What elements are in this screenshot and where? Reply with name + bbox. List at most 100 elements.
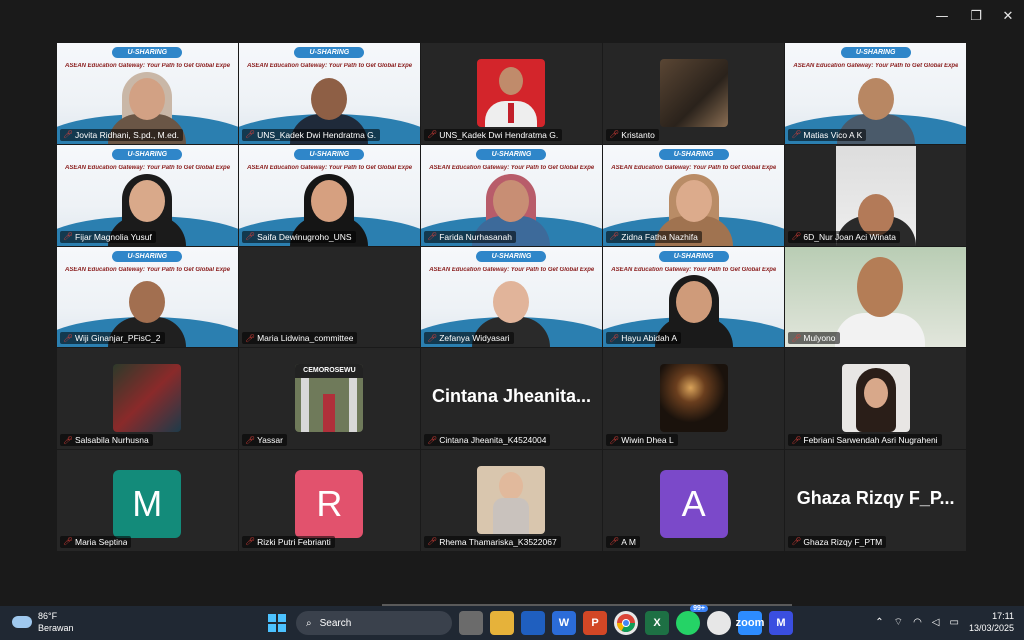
participant-tile[interactable]: 🎤︎ Kristanto <box>603 43 784 144</box>
participant-display-name: Ghaza Rizqy F_P... <box>796 488 955 509</box>
name-tag: 🎤︎ Matias Vico A K <box>788 128 867 141</box>
participant-tile[interactable]: 🎤︎ Mulyono <box>785 246 966 348</box>
participant-tile[interactable]: 🎤︎ Rhema Thamariska_K3522067 <box>421 450 602 551</box>
participant-tile[interactable]: U-SHARING ASEAN Education Gateway: Your P… <box>603 246 784 348</box>
network-icon[interactable]: ⌔ <box>894 616 903 629</box>
calendar-icon[interactable] <box>521 611 545 635</box>
battery-icon[interactable]: ▭ <box>950 617 959 628</box>
mic-muted-icon: 🎤︎ <box>245 232 256 242</box>
name-tag: 🎤︎ UNS_Kadek Dwi Hendratma G. <box>424 128 563 141</box>
participant-tile[interactable]: U-SHARING ASEAN Education Gateway: Your P… <box>57 43 238 144</box>
participant-tile[interactable]: M 🎤︎ Maria Septina <box>57 450 238 551</box>
name-tag: 🎤︎ Kristanto <box>606 128 659 141</box>
wifi-icon[interactable]: ◠ <box>913 617 922 628</box>
slide-subtitle: ASEAN Education Gateway: Your Path to Ge… <box>65 63 230 69</box>
participant-name: 6D_Nur Joan Aci Winata <box>803 231 896 242</box>
mic-muted-icon: 🎤︎ <box>791 435 802 445</box>
name-tag: 🎤︎ Fijar Magnolia Yusuf <box>60 230 156 243</box>
mic-muted-icon: 🎤︎ <box>63 333 74 343</box>
name-tag: 🎤︎ Maria Lidwina_committee <box>242 332 358 345</box>
participant-tile[interactable]: U-SHARING ASEAN Education Gateway: Your P… <box>421 246 602 348</box>
name-tag: 🎤︎ Hayu Abidah A <box>606 332 682 345</box>
participant-tile[interactable]: 🎤︎ Wiwin Dhea L <box>603 348 784 450</box>
name-tag: 🎤︎ Mulyono <box>788 332 840 345</box>
participant-name: Rhema Thamariska_K3522067 <box>439 536 557 547</box>
search-box[interactable]: ⌕ Search <box>296 611 452 635</box>
profile-photo <box>477 59 546 127</box>
mic-muted-icon: 🎤︎ <box>609 435 620 445</box>
clock[interactable]: 17:11 13/03/2025 <box>969 610 1014 634</box>
participant-name: UNS_Kadek Dwi Hendratma G. <box>257 129 377 140</box>
chevron-up-icon[interactable]: ⌃ <box>875 617 883 628</box>
participant-display-name: Cintana Jheanita... <box>431 386 591 407</box>
name-tag: 🎤︎ 6D_Nur Joan Aci Winata <box>788 230 900 243</box>
mic-muted-icon: 🎤︎ <box>245 537 256 547</box>
powerpoint-icon[interactable]: P <box>583 611 607 635</box>
search-icon: ⌕ <box>306 617 312 629</box>
name-tag: 🎤︎ Cintana Jheanita_K4524004 <box>424 434 551 447</box>
participant-tile[interactable]: U-SHARING ASEAN Education Gateway: Your P… <box>603 144 784 246</box>
slide-subtitle: ASEAN Education Gateway: Your Path to Ge… <box>65 164 230 171</box>
windows-start-icon[interactable] <box>265 611 289 635</box>
participant-name: UNS_Kadek Dwi Hendratma G. <box>439 129 559 140</box>
slide-banner: U-SHARING <box>112 250 183 262</box>
participant-tile[interactable]: 🎤︎ Maria Lidwina_committee <box>239 246 420 348</box>
participant-tile[interactable]: U-SHARING ASEAN Education Gateway: Your P… <box>785 43 966 144</box>
mic-muted-icon: 🎤︎ <box>427 537 438 547</box>
participant-name: Saifa Dewinugroho_UNS <box>257 231 352 242</box>
word-icon[interactable]: W <box>552 611 576 635</box>
participant-tile[interactable]: U-SHARING ASEAN Education Gateway: Your P… <box>57 246 238 348</box>
participant-tile[interactable]: U-SHARING ASEAN Education Gateway: Your P… <box>239 144 420 246</box>
name-tag: 🎤︎ Rhema Thamariska_K3522067 <box>424 535 561 548</box>
profile-photo <box>477 466 546 535</box>
restore-button[interactable]: ❐ <box>958 6 994 26</box>
participant-name: Yassar <box>257 435 283 446</box>
slide-banner: U-SHARING <box>112 148 183 160</box>
participant-name: Salsabila Nurhusna <box>75 435 149 446</box>
mic-muted-icon: 🎤︎ <box>427 130 438 140</box>
participant-tile[interactable]: 🎤︎ Febriani Sarwendah Asri Nugraheni <box>785 348 966 450</box>
participant-tile[interactable]: 🎤︎ Salsabila Nurhusna <box>57 348 238 450</box>
participant-name: Zefanya Widyasari <box>439 333 510 344</box>
slide-banner: U-SHARING <box>840 47 911 58</box>
participant-tile[interactable]: Ghaza Rizqy F_P... 🎤︎ Ghaza Rizqy F_PTM <box>785 450 966 551</box>
name-tag: 🎤︎ Farida Nurhasanah <box>424 230 516 243</box>
participant-tile[interactable]: A 🎤︎ A M <box>603 450 784 551</box>
slide-banner: U-SHARING <box>658 250 729 262</box>
clock-date: 13/03/2025 <box>968 623 1014 633</box>
mic-muted-icon: 🎤︎ <box>609 537 620 547</box>
mic-muted-icon: 🎤︎ <box>609 333 620 343</box>
participant-name: Maria Septina <box>75 536 128 547</box>
slide-banner: U-SHARING <box>294 148 365 160</box>
mic-muted-icon: 🎤︎ <box>609 130 620 140</box>
file-explorer-icon[interactable] <box>490 611 514 635</box>
name-tag: 🎤︎ Rizki Putri Febrianti <box>242 535 335 548</box>
participant-name: Maria Lidwina_committee <box>257 333 354 344</box>
participant-tile[interactable]: CEMOROSEWU 🎤︎ Yassar <box>239 348 420 450</box>
excel-icon[interactable]: X <box>645 611 669 635</box>
close-button[interactable]: ✕ <box>990 6 1024 26</box>
mic-muted-icon: 🎤︎ <box>245 435 256 445</box>
mic-muted-icon: 🎤︎ <box>63 435 74 445</box>
participant-tile[interactable]: 🎤︎ 6D_Nur Joan Aci Winata <box>785 144 966 246</box>
participant-tile[interactable]: R 🎤︎ Rizki Putri Febrianti <box>239 450 420 551</box>
chrome-icon[interactable] <box>614 611 638 635</box>
slide-subtitle: ASEAN Education Gateway: Your Path to Ge… <box>247 63 412 69</box>
app-icon[interactable]: M <box>769 611 793 635</box>
weather-desc: Berawan <box>38 623 74 633</box>
zoom-icon[interactable]: zoom <box>736 611 764 635</box>
whatsapp-icon[interactable]: 99+ <box>676 605 708 635</box>
participant-tile[interactable]: U-SHARING ASEAN Education Gateway: Your P… <box>239 43 420 144</box>
participant-tile[interactable]: 🎤︎ UNS_Kadek Dwi Hendratma G. <box>421 43 602 144</box>
name-tag: 🎤︎ Maria Septina <box>60 535 132 548</box>
mic-muted-icon: 🎤︎ <box>791 333 802 343</box>
participant-tile[interactable]: U-SHARING ASEAN Education Gateway: Your P… <box>57 144 238 246</box>
participant-tile[interactable]: U-SHARING ASEAN Education Gateway: Your P… <box>421 144 602 246</box>
task-view-icon[interactable] <box>459 611 483 635</box>
minimize-button[interactable]: — <box>924 6 960 26</box>
volume-icon[interactable]: ◁ <box>932 617 940 628</box>
name-tag: 🎤︎ Saifa Dewinugroho_UNS <box>242 230 356 243</box>
weather-widget[interactable]: 86°F Berawan <box>12 610 74 634</box>
chrome-profile-icon[interactable] <box>707 611 731 635</box>
participant-tile[interactable]: Cintana Jheanita... 🎤︎ Cintana Jheanita_K4… <box>421 348 602 450</box>
